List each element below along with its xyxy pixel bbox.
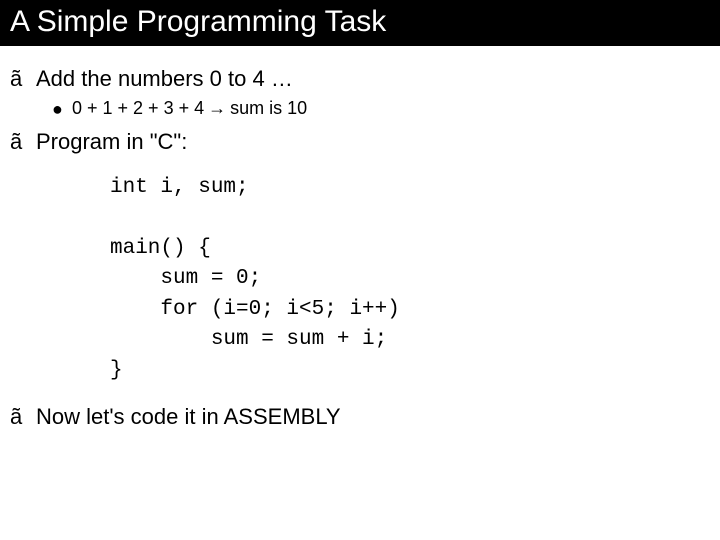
bullet-marker-icon: ã — [10, 404, 36, 430]
bullet-add-numbers: ã Add the numbers 0 to 4 … — [10, 66, 710, 92]
slide-body: ã Add the numbers 0 to 4 … ● 0 + 1 + 2 +… — [0, 46, 720, 430]
code-block-c: int i, sum; main() { sum = 0; for (i=0; … — [110, 173, 710, 386]
bullet-marker-icon: ã — [10, 66, 36, 92]
bullet-text: Now let's code it in ASSEMBLY — [36, 404, 341, 430]
slide-title: A Simple Programming Task — [0, 0, 720, 46]
expression-text: 0 + 1 + 2 + 3 + 4 — [72, 98, 204, 119]
bullet-program-in-c: ã Program in "C": — [10, 129, 710, 155]
bullet-assembly: ã Now let's code it in ASSEMBLY — [10, 404, 710, 430]
bullet-marker-icon: ã — [10, 129, 36, 155]
bullet-text: Add the numbers 0 to 4 … — [36, 66, 293, 92]
result-text: sum is 10 — [230, 98, 307, 119]
dot-icon: ● — [52, 100, 72, 118]
arrow-icon: → — [208, 98, 226, 119]
subbullet-sum-expression: ● 0 + 1 + 2 + 3 + 4 → sum is 10 — [52, 98, 710, 119]
bullet-text: Program in "C": — [36, 129, 187, 155]
